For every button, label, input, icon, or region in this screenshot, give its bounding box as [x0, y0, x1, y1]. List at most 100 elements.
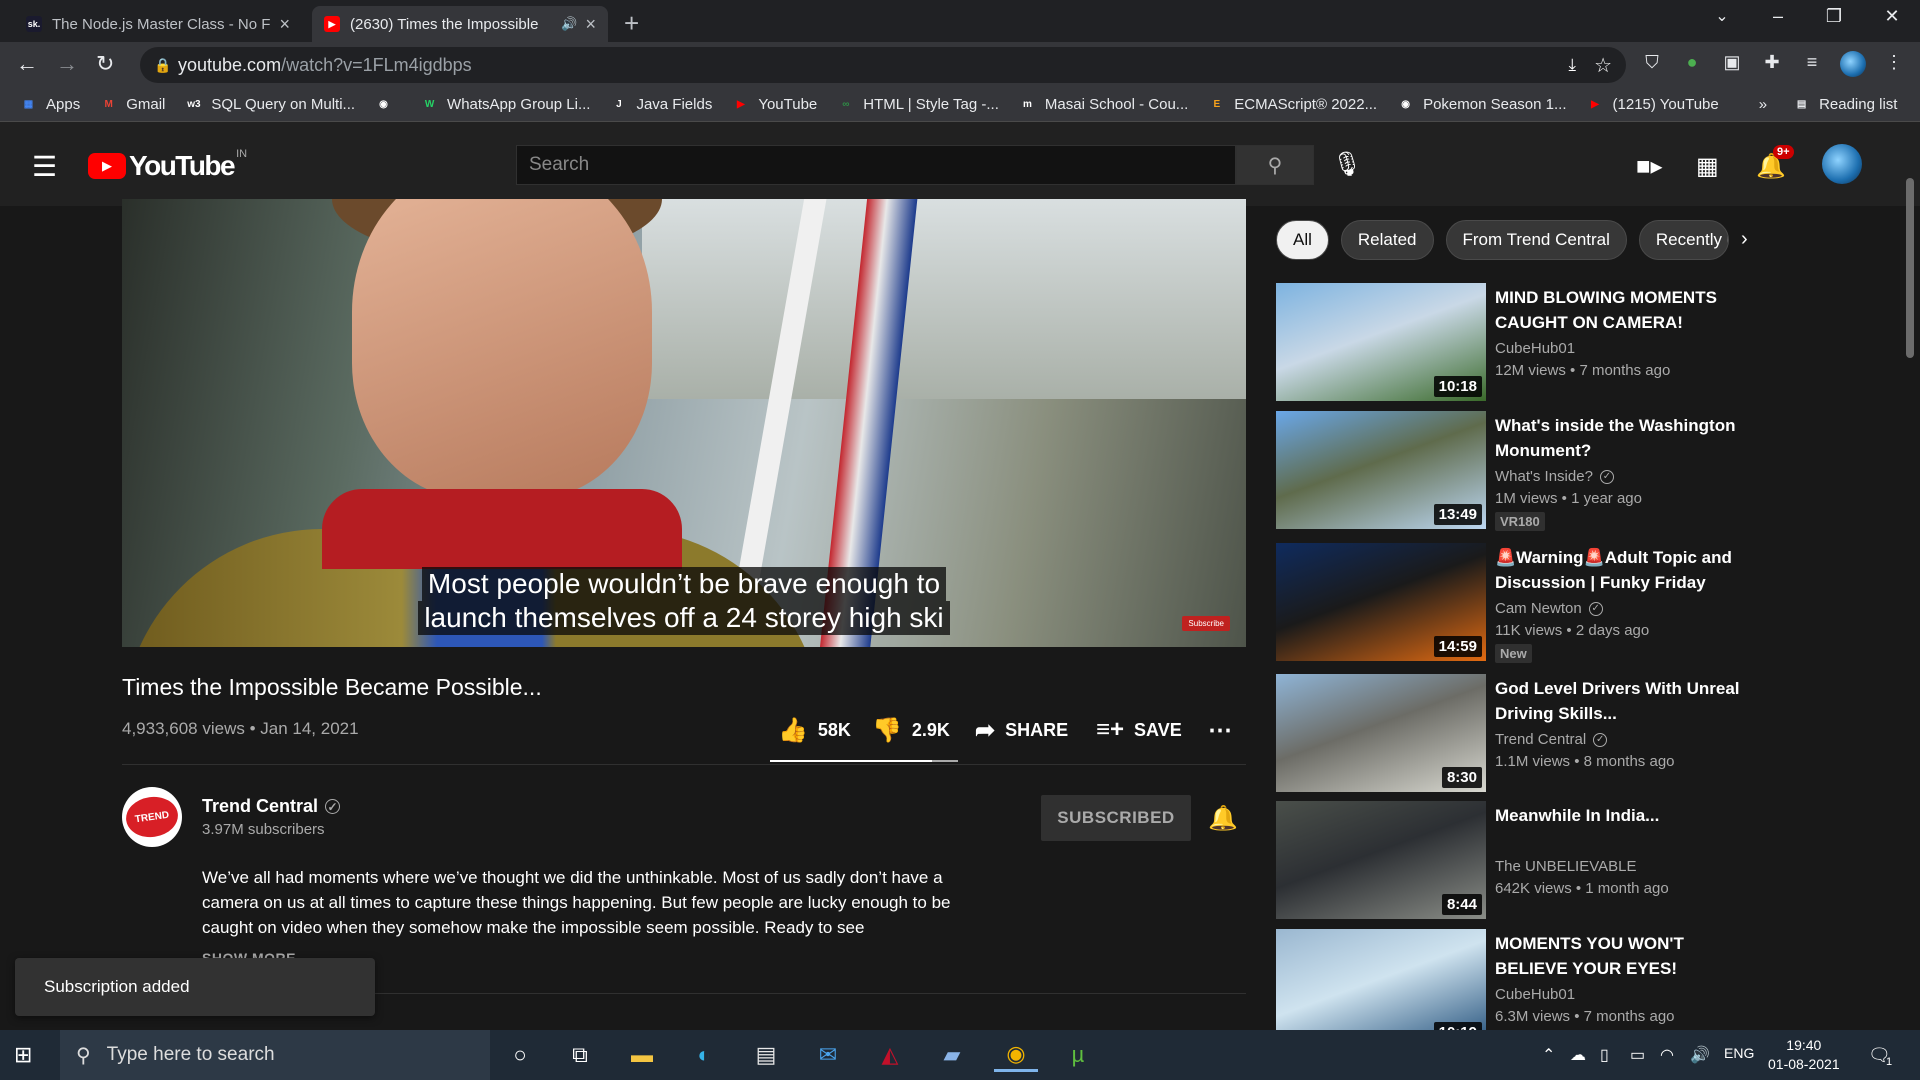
chip-all[interactable]: All: [1276, 220, 1329, 260]
recommended-video-title[interactable]: MOMENTS YOU WON'T BELIEVE YOUR EYES!: [1495, 931, 1755, 981]
recommended-channel-link[interactable]: The UNBELIEVABLE: [1495, 858, 1636, 875]
tab-audio-icon[interactable]: 🔊: [561, 16, 577, 32]
tab-search-icon[interactable]: ⌄: [1702, 6, 1742, 26]
green-extension-icon[interactable]: ●: [1680, 52, 1704, 73]
forward-arrow-icon[interactable]: →: [56, 51, 78, 77]
bookmark-item[interactable]: ▶ (1215) YouTube: [1587, 96, 1719, 113]
apps-grid-icon[interactable]: ▦: [1696, 152, 1719, 181]
restore-button[interactable]: ❐: [1814, 6, 1854, 27]
show-more-button[interactable]: SHOW MORE: [202, 950, 296, 958]
page-scrollbar[interactable]: [1906, 178, 1914, 358]
bookmark-item[interactable]: w3 SQL Query on Multi...: [185, 96, 355, 113]
mail-icon[interactable]: ✉: [806, 1038, 850, 1072]
voice-search-mic-icon[interactable]: 🎙: [1332, 150, 1362, 179]
notification-bell-icon[interactable]: 🔔: [1208, 804, 1238, 833]
search-input[interactable]: Search: [516, 145, 1236, 185]
chrome-taskbar-icon[interactable]: ◉: [994, 1038, 1038, 1072]
new-tab-button[interactable]: +: [624, 8, 639, 39]
subscribe-watermark[interactable]: Subscribe: [1182, 616, 1230, 631]
recommended-video[interactable]: 8:44 Meanwhile In India... The UNBELIEVABL…: [1276, 801, 1756, 919]
subscribed-button[interactable]: SUBSCRIBED: [1041, 795, 1191, 841]
close-tab-icon[interactable]: ×: [585, 14, 596, 35]
recommended-video-title[interactable]: What's inside the Washington Monument?: [1495, 413, 1755, 463]
recommended-video[interactable]: 10:18 MIND BLOWING MOMENTS CAUGHT ON CAME…: [1276, 283, 1756, 401]
video-player[interactable]: Most people wouldn’t be brave enough to …: [122, 199, 1246, 647]
onedrive-cloud-icon[interactable]: ☁: [1570, 1045, 1586, 1065]
video-thumbnail[interactable]: 10:18: [1276, 283, 1486, 401]
bookmark-item[interactable]: ▦ Apps: [20, 96, 80, 113]
create-video-icon[interactable]: ■▸: [1636, 152, 1663, 181]
recommended-video-title[interactable]: Meanwhile In India...: [1495, 803, 1755, 828]
bookmark-item[interactable]: J Java Fields: [610, 96, 712, 113]
capture-extension-icon[interactable]: ▣: [1720, 52, 1744, 73]
bookmark-item[interactable]: m Masai School - Cou...: [1019, 96, 1188, 113]
share-button[interactable]: ➦ SHARE: [975, 716, 1068, 745]
utorrent-icon[interactable]: µ: [1056, 1038, 1100, 1072]
recommended-channel-link[interactable]: Cam Newton ✓: [1495, 600, 1603, 617]
channel-name-link[interactable]: Trend Central ✓: [202, 796, 341, 817]
video-thumbnail[interactable]: 13:49: [1276, 411, 1486, 529]
close-window-button[interactable]: ✕: [1872, 6, 1912, 27]
lock-icon[interactable]: 🔒: [154, 57, 171, 74]
taskbar-clock[interactable]: 19:40 01-08-2021: [1768, 1036, 1840, 1074]
bookmark-item[interactable]: ▶ YouTube: [732, 96, 817, 113]
bookmark-item[interactable]: ◉: [375, 96, 401, 113]
bookmark-item[interactable]: W WhatsApp Group Li...: [421, 96, 591, 113]
cortana-icon[interactable]: ○: [498, 1038, 542, 1072]
recommended-channel-link[interactable]: What's Inside? ✓: [1495, 468, 1614, 485]
back-arrow-icon[interactable]: ←: [16, 51, 38, 77]
profile-avatar[interactable]: [1840, 51, 1866, 77]
youtube-logo[interactable]: ▶ YouTube IN: [88, 148, 247, 182]
wifi-icon[interactable]: ◠: [1660, 1045, 1674, 1065]
bookmark-item[interactable]: ◉ Pokemon Season 1...: [1397, 96, 1566, 113]
pc-app-icon[interactable]: ▰: [930, 1038, 974, 1072]
chrome-menu-icon[interactable]: ⋮: [1882, 52, 1906, 73]
recommended-video-title[interactable]: God Level Drivers With Unreal Driving Sk…: [1495, 676, 1755, 726]
save-button[interactable]: ≡+ SAVE: [1096, 716, 1182, 744]
reading-list-button[interactable]: ▤ Reading list: [1793, 96, 1898, 113]
like-button[interactable]: 👍 58K: [778, 716, 851, 745]
recommended-video-title[interactable]: MIND BLOWING MOMENTS CAUGHT ON CAMERA!: [1495, 285, 1755, 335]
dislike-button[interactable]: 👎 2.9K: [872, 716, 950, 745]
recommended-channel-link[interactable]: Trend Central ✓: [1495, 731, 1608, 748]
battery-icon[interactable]: ▭: [1630, 1045, 1645, 1065]
media-queue-icon[interactable]: ≡: [1800, 52, 1824, 73]
video-thumbnail[interactable]: 8:30: [1276, 674, 1486, 792]
reload-icon[interactable]: ↻: [96, 51, 114, 77]
video-thumbnail[interactable]: 14:59: [1276, 543, 1486, 661]
task-view-icon[interactable]: ⧉: [558, 1038, 602, 1072]
language-indicator[interactable]: ENG: [1724, 1045, 1754, 1061]
more-actions-icon[interactable]: ⋯: [1208, 716, 1232, 745]
recommended-video[interactable]: 8:30 God Level Drivers With Unreal Drivin…: [1276, 674, 1756, 792]
channel-avatar[interactable]: TREND: [122, 787, 182, 847]
recommended-video[interactable]: 14:59 🚨Warning🚨Adult Topic and Discussion…: [1276, 543, 1756, 663]
close-tab-icon[interactable]: ×: [279, 14, 290, 35]
bookmark-item[interactable]: E ECMAScript® 2022...: [1208, 96, 1377, 113]
install-app-icon[interactable]: ⤓: [1568, 55, 1576, 75]
file-explorer-icon[interactable]: ▬: [620, 1038, 664, 1072]
device-icon[interactable]: ▯: [1600, 1045, 1609, 1065]
windows-start-icon[interactable]: ⊞: [14, 1042, 32, 1068]
microsoft-store-icon[interactable]: ▤: [744, 1038, 788, 1072]
search-button[interactable]: ⚲: [1236, 145, 1314, 185]
bookmark-item[interactable]: M Gmail: [100, 96, 166, 113]
shield-extension-icon[interactable]: ⛉: [1640, 52, 1664, 73]
tab-nodejs-master-class[interactable]: sk. The Node.js Master Class - No Fr ×: [14, 6, 302, 42]
chip-related[interactable]: Related: [1340, 220, 1434, 260]
recommended-video-title[interactable]: 🚨Warning🚨Adult Topic and Discussion | Fu…: [1495, 545, 1755, 595]
video-thumbnail[interactable]: 8:44: [1276, 801, 1486, 919]
chip-from-trend-central[interactable]: From Trend Central: [1445, 220, 1627, 260]
bookmarks-overflow-button[interactable]: »: [1759, 96, 1767, 113]
volume-icon[interactable]: 🔊: [1690, 1045, 1710, 1065]
bookmark-star-icon[interactable]: ☆: [1594, 53, 1612, 78]
chevron-right-icon[interactable]: ›: [1741, 228, 1748, 251]
account-avatar[interactable]: [1822, 144, 1862, 184]
show-hidden-icons-chevron-icon[interactable]: ⌃: [1542, 1045, 1555, 1065]
recommended-channel-link[interactable]: CubeHub01: [1495, 986, 1575, 1003]
taskbar-search-box[interactable]: ⚲ Type here to search: [60, 1030, 490, 1080]
guide-menu-icon[interactable]: ☰: [32, 150, 57, 183]
gaming-app-icon[interactable]: ◭: [868, 1038, 912, 1072]
recommended-channel-link[interactable]: CubeHub01: [1495, 340, 1575, 357]
extensions-puzzle-icon[interactable]: ✚: [1760, 52, 1784, 73]
minimize-button[interactable]: –: [1758, 6, 1798, 27]
